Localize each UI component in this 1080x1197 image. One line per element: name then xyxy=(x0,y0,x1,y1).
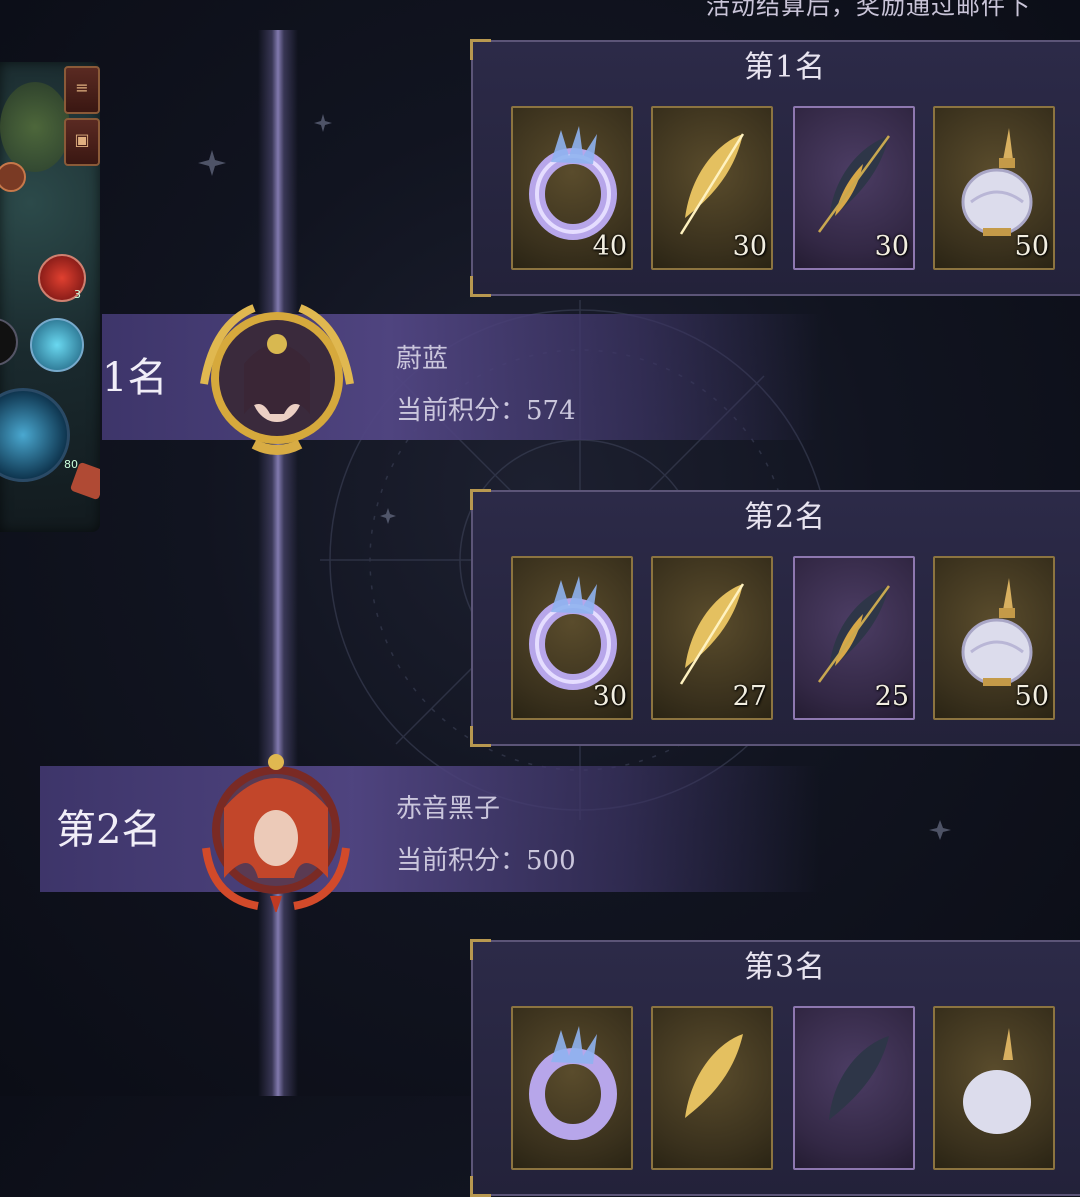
attack-button[interactable] xyxy=(0,388,70,482)
reward-panel-rank-1: 第1名 40 30 30 50 xyxy=(470,39,1080,297)
item-quantity: 40 xyxy=(592,231,627,262)
crystal-ring-icon xyxy=(529,576,617,690)
menu-icon[interactable]: ≡ xyxy=(64,66,100,114)
potion-flask-icon xyxy=(961,128,1033,236)
item-quantity: 27 xyxy=(732,681,767,712)
timeline-bar xyxy=(258,30,298,1096)
event-icon[interactable] xyxy=(0,162,26,192)
skill-icon[interactable] xyxy=(30,318,84,372)
item-quantity: 25 xyxy=(874,681,909,712)
player-score: 当前积分：574 xyxy=(396,396,576,426)
item-quantity: 50 xyxy=(1014,681,1049,712)
reward-item[interactable]: 27 xyxy=(651,556,773,720)
reward-item[interactable]: 50 xyxy=(933,106,1055,270)
reward-item[interactable]: 30 xyxy=(511,556,633,720)
reward-title: 第2名 xyxy=(743,500,827,535)
notice-text: 活动结算后，奖励通过邮件下 xyxy=(706,0,1031,20)
reward-item[interactable]: 30 xyxy=(793,106,915,270)
reward-title: 第3名 xyxy=(743,950,827,985)
item-quantity: 30 xyxy=(732,231,767,262)
reward-title: 第1名 xyxy=(743,50,827,85)
dark-feather-icon xyxy=(817,135,891,233)
reward-item[interactable] xyxy=(933,1006,1055,1170)
skill-slot[interactable] xyxy=(0,318,18,366)
golden-feather-icon xyxy=(685,1034,743,1118)
item-quantity: 30 xyxy=(874,231,909,262)
golden-feather-icon xyxy=(679,583,745,685)
potion-flask-icon xyxy=(963,1028,1031,1134)
map-glow xyxy=(0,82,70,172)
badge-count: 3 xyxy=(74,288,81,301)
potion-flask-icon xyxy=(961,578,1033,686)
crystal-ring-icon xyxy=(529,126,617,240)
reward-panel-rank-3: 第3名 xyxy=(470,939,1080,1197)
reward-panel-rank-2: 第2名 30 27 25 50 xyxy=(470,489,1080,747)
player-name: 蔚蓝 xyxy=(396,344,449,374)
reward-item[interactable]: 50 xyxy=(933,556,1055,720)
player-score: 当前积分：500 xyxy=(396,846,576,876)
level-text: 80 xyxy=(64,458,78,471)
chest-icon[interactable]: ▣ xyxy=(64,118,100,166)
item-quantity: 50 xyxy=(1014,231,1049,262)
avatar-golden-laurel[interactable] xyxy=(194,294,360,458)
reward-item[interactable] xyxy=(511,1006,633,1170)
reward-item[interactable]: 30 xyxy=(651,106,773,270)
rank-label: 1名 xyxy=(102,355,168,401)
reward-item[interactable] xyxy=(651,1006,773,1170)
reward-item[interactable] xyxy=(793,1006,915,1170)
player-name: 赤音黑子 xyxy=(396,794,501,824)
golden-feather-icon xyxy=(679,133,745,235)
dark-feather-icon xyxy=(817,585,891,683)
crystal-ring-icon xyxy=(529,1026,617,1140)
reward-item[interactable]: 40 xyxy=(511,106,633,270)
avatar-flame-frame[interactable] xyxy=(198,748,354,912)
reward-item[interactable]: 25 xyxy=(793,556,915,720)
side-game-panel: ≡ ▣ 3 80 xyxy=(0,62,100,532)
rank-label: 第2名 xyxy=(56,807,162,853)
dark-feather-icon xyxy=(829,1036,889,1120)
item-quantity: 30 xyxy=(592,681,627,712)
